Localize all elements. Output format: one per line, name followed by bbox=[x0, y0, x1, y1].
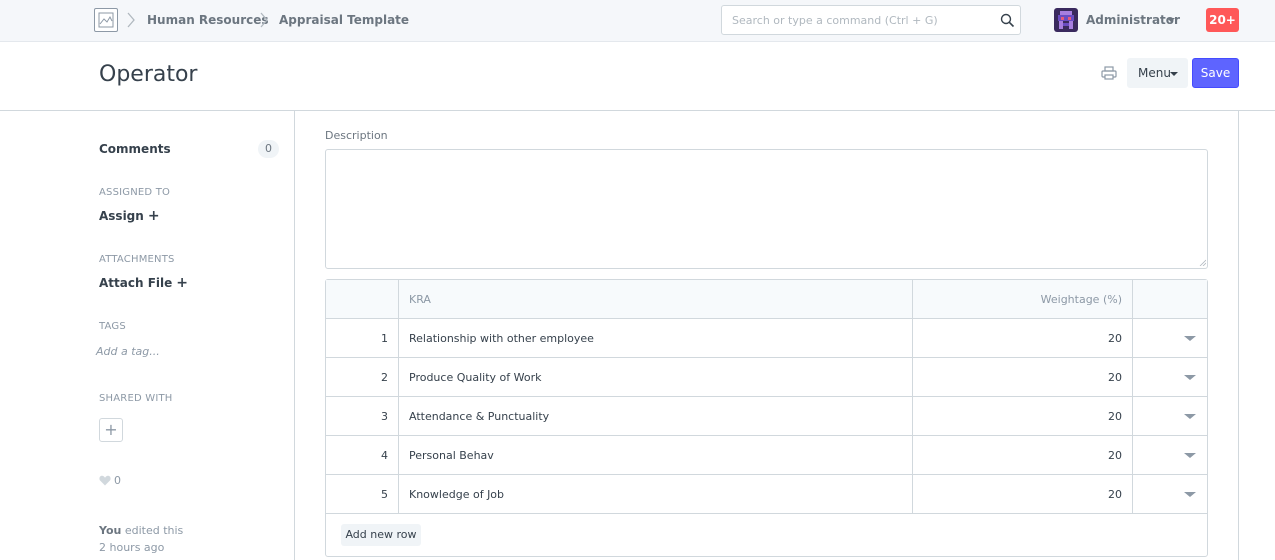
assigned-to-heading: ASSIGNED TO bbox=[99, 187, 171, 198]
app-logo-icon[interactable] bbox=[94, 8, 118, 32]
table-row[interactable]: 4 Personal Behav 20 bbox=[326, 436, 1207, 475]
breadcrumb-separator-icon bbox=[127, 12, 135, 28]
row-index-cell: 5 bbox=[326, 475, 399, 513]
row-expand-icon[interactable] bbox=[1184, 453, 1196, 458]
table-row[interactable]: 1 Relationship with other employee 20 bbox=[326, 319, 1207, 358]
notification-badge[interactable]: 20+ bbox=[1206, 8, 1239, 32]
page-title: Operator bbox=[99, 62, 198, 87]
row-index: 1 bbox=[381, 332, 388, 345]
resize-handle-icon[interactable] bbox=[1199, 259, 1206, 266]
row-index-cell: 4 bbox=[326, 436, 399, 474]
row-index-cell: 2 bbox=[326, 358, 399, 396]
breadcrumb-human-resources[interactable]: Human Resources bbox=[147, 13, 269, 27]
add-row-button[interactable]: Add new row bbox=[341, 524, 421, 546]
grid-header-weightage: Weightage (%) bbox=[913, 280, 1133, 318]
last-edit-info: You edited this 2 hours ago bbox=[99, 522, 183, 556]
avatar[interactable] bbox=[1054, 8, 1078, 32]
weightage-value: 20 bbox=[1108, 371, 1122, 384]
weightage-cell[interactable]: 20 bbox=[913, 319, 1133, 357]
form-sidebar: Comments 0 ASSIGNED TO Assign + ATTACHMEN… bbox=[0, 111, 294, 560]
weightage-value: 20 bbox=[1108, 449, 1122, 462]
plus-icon: + bbox=[104, 420, 118, 439]
add-share-button[interactable]: + bbox=[99, 418, 123, 442]
kra-value: Personal Behav bbox=[409, 449, 494, 462]
row-expand-icon[interactable] bbox=[1184, 336, 1196, 341]
assign-label: Assign bbox=[99, 209, 144, 223]
print-icon[interactable] bbox=[1101, 66, 1117, 80]
attachments-heading: ATTACHMENTS bbox=[99, 254, 175, 265]
chevron-down-icon[interactable] bbox=[1167, 18, 1175, 22]
row-expand-icon[interactable] bbox=[1184, 375, 1196, 380]
row-index: 5 bbox=[381, 488, 388, 501]
kra-cell[interactable]: Produce Quality of Work bbox=[399, 358, 913, 396]
row-index-cell: 3 bbox=[326, 397, 399, 435]
weightage-cell[interactable]: 20 bbox=[913, 397, 1133, 435]
likes-count: 0 bbox=[114, 474, 121, 487]
weightage-value: 20 bbox=[1108, 488, 1122, 501]
grid-header-kra: KRA bbox=[399, 280, 913, 318]
menu-button-label: Menu bbox=[1138, 66, 1171, 80]
grid-header-index bbox=[326, 280, 399, 318]
grid-header-weightage-label: Weightage (%) bbox=[1040, 293, 1122, 306]
kra-value: Knowledge of Job bbox=[409, 488, 505, 501]
grid-header-row: KRA Weightage (%) bbox=[326, 280, 1207, 319]
weightage-cell[interactable]: 20 bbox=[913, 475, 1133, 513]
row-expand-icon[interactable] bbox=[1184, 492, 1196, 497]
kra-cell[interactable]: Knowledge of Job bbox=[399, 475, 913, 513]
table-row[interactable]: 2 Produce Quality of Work 20 bbox=[326, 358, 1207, 397]
page-head: Operator Menu Save bbox=[0, 42, 1275, 111]
save-button[interactable]: Save bbox=[1192, 58, 1239, 88]
weightage-cell[interactable]: 20 bbox=[913, 358, 1133, 396]
kra-cell[interactable]: Relationship with other employee bbox=[399, 319, 913, 357]
comments-count-badge: 0 bbox=[258, 140, 279, 158]
navbar: Human Resources Appraisal Template Admin… bbox=[0, 0, 1275, 42]
plus-icon: + bbox=[176, 275, 188, 291]
weightage-value: 20 bbox=[1108, 332, 1122, 345]
tags-heading: TAGS bbox=[99, 321, 126, 332]
kra-value: Attendance & Punctuality bbox=[409, 410, 550, 423]
weightage-value: 20 bbox=[1108, 410, 1122, 423]
kra-value: Relationship with other employee bbox=[409, 332, 594, 345]
kra-cell[interactable]: Personal Behav bbox=[399, 436, 913, 474]
table-row[interactable]: 3 Attendance & Punctuality 20 bbox=[326, 397, 1207, 436]
table-row[interactable]: 5 Knowledge of Job 20 bbox=[326, 475, 1207, 514]
menu-button[interactable]: Menu bbox=[1127, 58, 1188, 88]
add-tag-input[interactable]: Add a tag... bbox=[96, 345, 160, 358]
grid-header-actions bbox=[1133, 280, 1207, 318]
search-icon[interactable] bbox=[1000, 13, 1015, 28]
user-menu-name[interactable]: Administrator bbox=[1086, 13, 1180, 27]
caret-down-icon bbox=[1170, 72, 1178, 76]
kra-grid: KRA Weightage (%) 1 Relationship with ot… bbox=[325, 279, 1208, 557]
kra-cell[interactable]: Attendance & Punctuality bbox=[399, 397, 913, 435]
kra-value: Produce Quality of Work bbox=[409, 371, 542, 384]
activity-action: edited this bbox=[121, 524, 184, 537]
search-box bbox=[721, 5, 1021, 35]
shared-with-heading: SHARED WITH bbox=[99, 393, 173, 404]
weightage-cell[interactable]: 20 bbox=[913, 436, 1133, 474]
attach-file-link[interactable]: Attach File + bbox=[99, 276, 188, 290]
description-label: Description bbox=[325, 129, 388, 142]
row-expand-icon[interactable] bbox=[1184, 414, 1196, 419]
activity-time: 2 hours ago bbox=[99, 541, 165, 554]
comments-link[interactable]: Comments bbox=[99, 142, 171, 156]
row-index-cell: 1 bbox=[326, 319, 399, 357]
description-field[interactable] bbox=[325, 149, 1208, 269]
plus-icon: + bbox=[147, 208, 160, 224]
row-index: 4 bbox=[381, 449, 388, 462]
row-index: 2 bbox=[381, 371, 388, 384]
breadcrumb-separator-icon bbox=[260, 12, 268, 28]
heart-icon[interactable] bbox=[99, 475, 111, 486]
row-index: 3 bbox=[381, 410, 388, 423]
search-input[interactable] bbox=[722, 6, 992, 34]
activity-user: You bbox=[99, 524, 122, 537]
attach-file-label: Attach File bbox=[99, 276, 173, 290]
breadcrumb-appraisal-template[interactable]: Appraisal Template bbox=[279, 13, 409, 27]
assign-link[interactable]: Assign + bbox=[99, 209, 160, 223]
grid-header-kra-label: KRA bbox=[409, 293, 431, 306]
form-layout: Description KRA Weightage (%) 1 Relation… bbox=[294, 111, 1239, 560]
